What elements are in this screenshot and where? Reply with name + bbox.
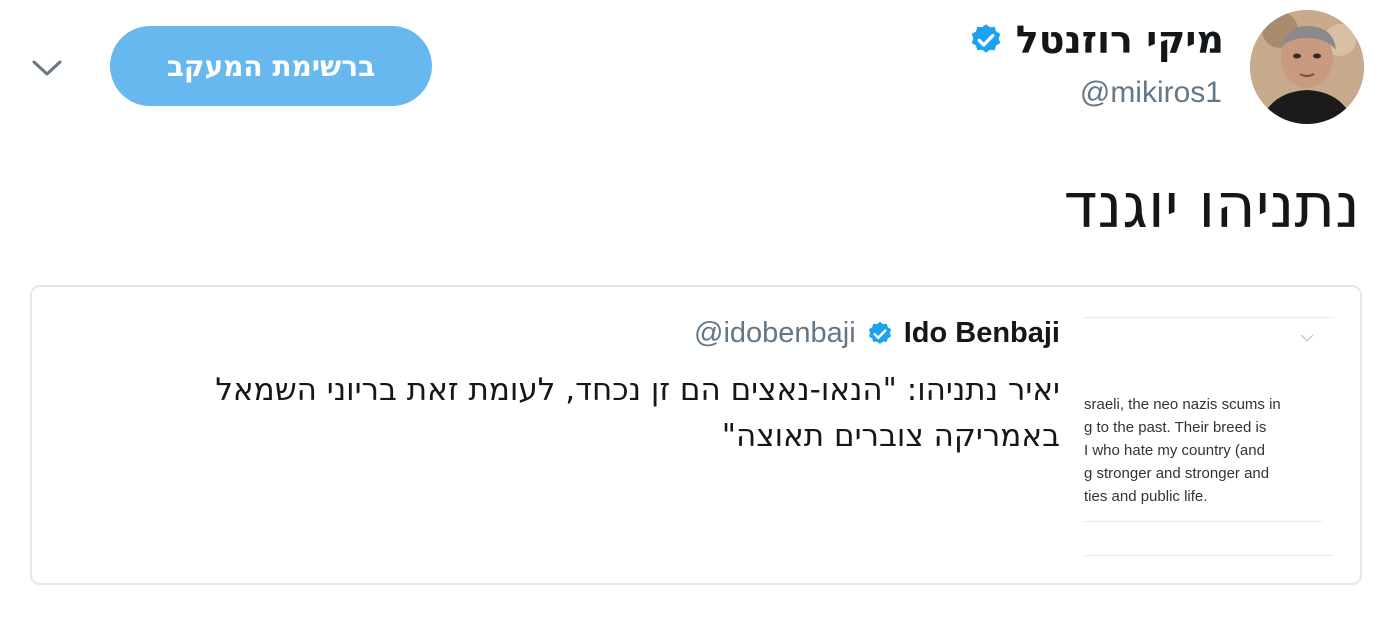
- verified-badge-icon: [968, 22, 1004, 58]
- quoted-author-handle[interactable]: @idobenbaji: [694, 317, 856, 350]
- media-text-line: g stronger and stronger and: [1084, 465, 1270, 482]
- quoted-tweet-text-line: באמריקה צוברים תאוצה": [721, 418, 1060, 454]
- quoted-tweet-text-line: יאיר נתניהו: "הנאו-נאצים הם זן נכחד, לעו…: [215, 372, 1060, 408]
- avatar[interactable]: [1250, 10, 1364, 124]
- display-name[interactable]: מיקי רוזנטל: [1016, 14, 1224, 66]
- quoted-author-row: Ido Benbaji @idobenbaji: [694, 317, 1060, 350]
- tweet-text: נתניהו יוגנד: [1063, 169, 1360, 242]
- quoted-tweet-media[interactable]: sraeli, the neo nazis scums in g to the …: [1084, 317, 1334, 557]
- user-avatar-icon: [1250, 10, 1364, 124]
- author-header: מיקי רוזנטל: [968, 14, 1224, 66]
- media-divider: [1084, 555, 1334, 556]
- media-text-line: sraeli, the neo nazis scums in: [1084, 396, 1281, 413]
- media-text-lines: sraeli, the neo nazis scums in g to the …: [1084, 393, 1334, 508]
- quoted-tweet-card[interactable]: sraeli, the neo nazis scums in g to the …: [30, 285, 1362, 585]
- tweet-page: מיקי רוזנטל @mikiros1 ברשימת המעקב נתניה…: [0, 0, 1400, 617]
- quoted-author-name[interactable]: Ido Benbaji: [904, 317, 1060, 350]
- following-button[interactable]: ברשימת המעקב: [110, 26, 432, 106]
- media-text-line: I who hate my country (and: [1084, 442, 1265, 459]
- media-divider: [1084, 317, 1334, 318]
- chevron-down-icon[interactable]: [30, 56, 64, 80]
- chevron-down-icon: [1300, 333, 1314, 343]
- media-text-line: ties and public life.: [1084, 488, 1208, 505]
- media-text-line: g to the past. Their breed is: [1084, 419, 1267, 436]
- media-divider: [1084, 521, 1322, 522]
- verified-badge-icon: [866, 320, 894, 348]
- user-handle[interactable]: @mikiros1: [1080, 76, 1222, 110]
- quoted-tweet-text: יאיר נתניהו: "הנאו-נאצים הם זן נכחד, לעו…: [60, 367, 1060, 459]
